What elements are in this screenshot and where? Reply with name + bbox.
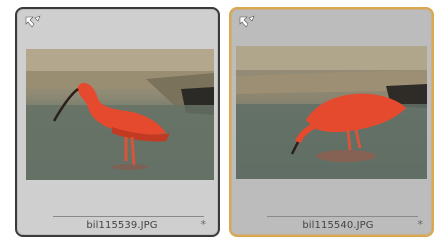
thumbnail-card[interactable]: bil115539.JPG * — [15, 7, 220, 237]
thumbnail-card-selected[interactable]: bil115540.JPG * — [229, 7, 434, 237]
rating-marker: * — [417, 218, 424, 231]
caption-divider — [53, 216, 204, 217]
thumbnail-filename: bil115539.JPG — [86, 220, 158, 231]
thumbnail-image[interactable] — [26, 49, 214, 180]
thumbnail-strip: bil115539.JPG * bil115540.JPG * — [0, 0, 441, 242]
check-flag-icon[interactable] — [24, 15, 44, 29]
caption-divider — [267, 216, 418, 217]
thumbnail-image[interactable] — [236, 46, 427, 179]
thumbnail-filename: bil115540.JPG — [302, 220, 374, 231]
rating-marker: * — [200, 218, 207, 231]
check-flag-icon[interactable] — [238, 15, 258, 29]
